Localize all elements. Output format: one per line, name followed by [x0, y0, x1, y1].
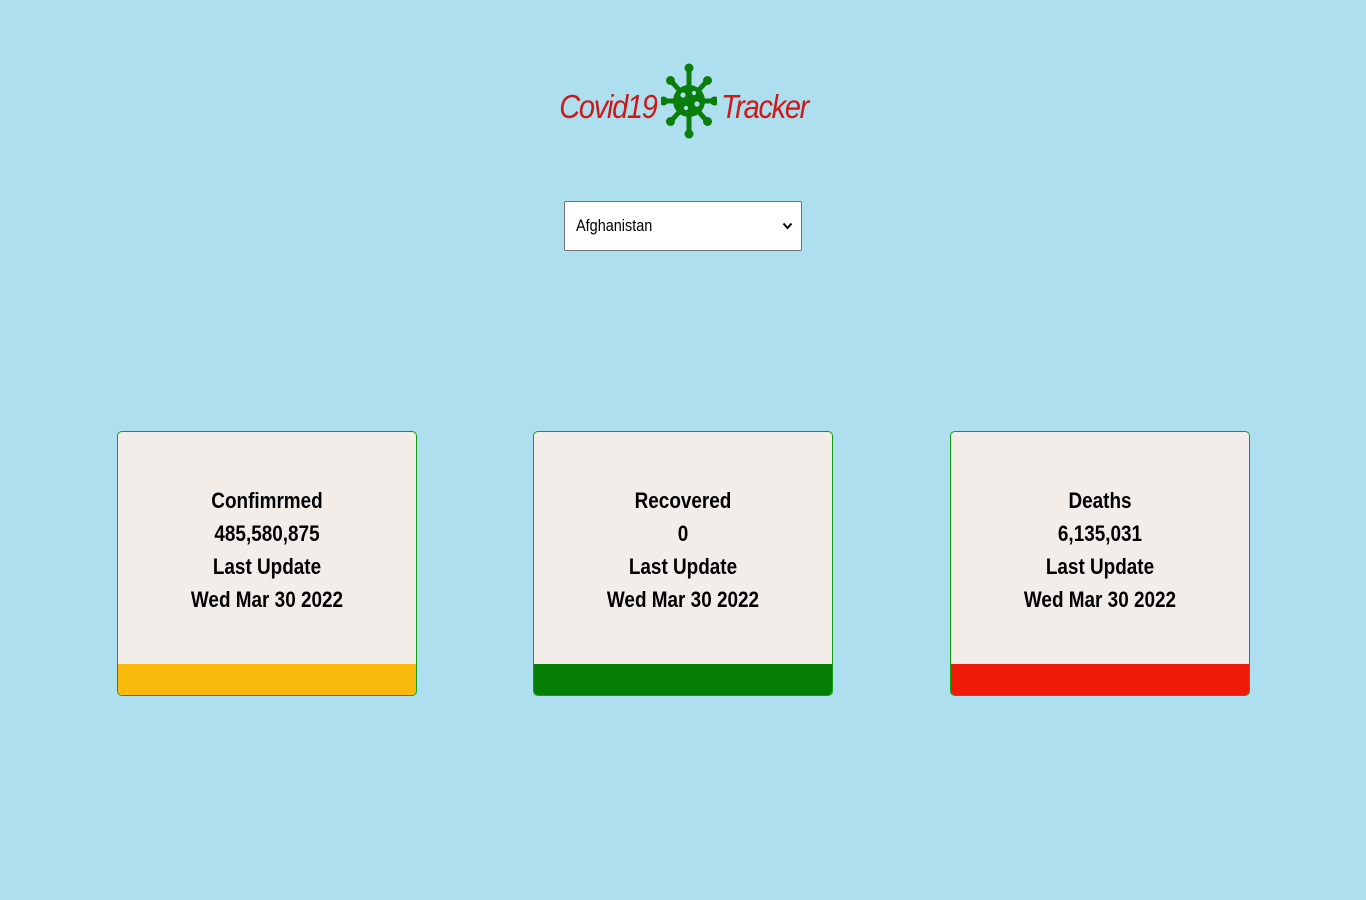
- card-update-label: Last Update: [1045, 554, 1155, 579]
- card-update-label: Last Update: [212, 554, 322, 579]
- card-color-bar: [534, 664, 832, 695]
- recovered-card: Recovered 0 Last Update Wed Mar 30 2022: [533, 431, 833, 696]
- card-label: Recovered: [634, 488, 732, 513]
- chevron-down-icon: [782, 222, 793, 230]
- card-update-date: Wed Mar 30 2022: [606, 587, 760, 612]
- confirmed-card: Confimrmed 485,580,875 Last Update Wed M…: [117, 431, 417, 696]
- card-color-bar: [951, 664, 1249, 695]
- card-update-label: Last Update: [628, 554, 738, 579]
- logo-title-left: Covid19: [559, 87, 659, 125]
- virus-icon: [660, 63, 717, 139]
- card-update-date: Wed Mar 30 2022: [190, 587, 344, 612]
- deaths-card: Deaths 6,135,031 Last Update Wed Mar 30 …: [950, 431, 1250, 696]
- card-update-date: Wed Mar 30 2022: [1023, 587, 1177, 612]
- card-value: 485,580,875: [214, 521, 320, 546]
- card-value: 6,135,031: [1057, 521, 1143, 546]
- page: Covid19 Tracker Afghanistan Confimrmed 4…: [0, 0, 1366, 900]
- country-select-value: Afghanistan: [576, 216, 653, 235]
- card-value: 0: [677, 521, 689, 546]
- logo-title-right: Tracker: [720, 87, 809, 125]
- card-label: Deaths: [1068, 488, 1132, 513]
- card-color-bar: [118, 664, 416, 695]
- country-select[interactable]: Afghanistan: [564, 201, 802, 251]
- app-logo: Covid19 Tracker: [0, 62, 1366, 142]
- card-label: Confimrmed: [211, 488, 323, 513]
